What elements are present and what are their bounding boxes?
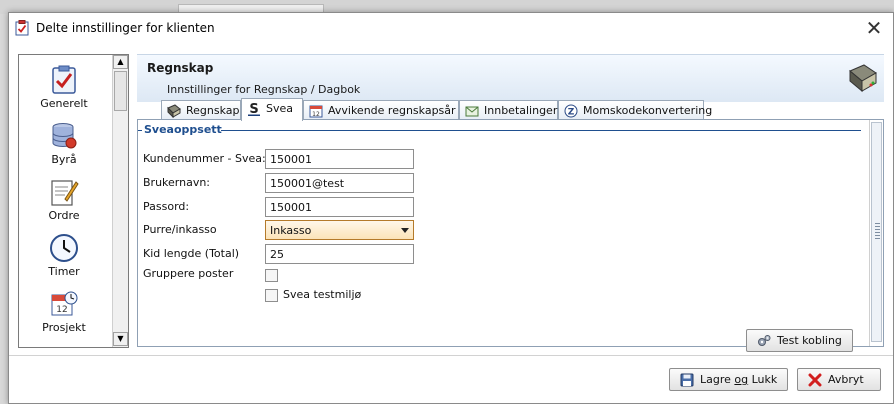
svg-text:12: 12: [312, 111, 320, 118]
brukernavn-label: Brukernavn:: [143, 176, 211, 189]
select-value: Inkasso: [270, 224, 312, 237]
passord-input[interactable]: 150001: [265, 197, 414, 217]
sidebar-item-ordre[interactable]: Ordre: [23, 177, 105, 222]
panel-scrollbar[interactable]: [869, 120, 883, 346]
group-title: Sveaoppsett: [144, 123, 222, 136]
save-label-post: Lukk: [748, 373, 778, 386]
tab-regnskap[interactable]: Regnskap: [161, 100, 241, 120]
svg-text:S: S: [249, 102, 258, 116]
section-subtitle: Innstillinger for Regnskap / Dagbok: [167, 83, 361, 96]
sidebar-item-byra[interactable]: Byrå: [23, 121, 105, 166]
sidebar: Generelt Byrå Ordre Timer 12 Prosjekt ▲ …: [18, 54, 129, 348]
section-title: Regnskap: [147, 61, 214, 75]
tab-momskodekonvertering[interactable]: Z Momskodekonvertering: [558, 100, 712, 120]
gears-icon: [758, 335, 771, 346]
save-label-pre: Lagre: [700, 373, 735, 386]
brukernavn-input[interactable]: 150001@test: [265, 173, 414, 193]
save-and-close-button[interactable]: Lagre og Lukk: [669, 368, 788, 391]
window-title: Delte innstillinger for klienten: [36, 21, 215, 35]
scroll-grip: [875, 223, 880, 241]
scroll-down-button[interactable]: ▼: [113, 332, 128, 346]
tab-label: Regnskap: [186, 104, 240, 117]
checklist-icon: [52, 65, 76, 94]
sidebar-item-label: Byrå: [51, 153, 77, 166]
section-header: Regnskap Innstillinger for Regnskap / Da…: [137, 54, 884, 102]
gruppere-poster-checkbox[interactable]: [265, 269, 278, 282]
tab-label: Innbetalinger: [484, 104, 558, 117]
order-pen-icon: [51, 180, 79, 206]
svea-s-icon: S: [248, 102, 260, 116]
test-kobling-button[interactable]: Test kobling: [746, 329, 853, 352]
sidebar-item-prosjekt[interactable]: 12 Prosjekt: [23, 289, 105, 334]
scroll-thumb[interactable]: [114, 71, 127, 111]
cancel-button[interactable]: Avbryt: [797, 368, 881, 391]
settings-dialog: Delte innstillinger for klienten ✕ Gener…: [8, 12, 894, 404]
scroll-up-button[interactable]: ▲: [113, 55, 128, 69]
tab-svea[interactable]: S Svea: [241, 98, 303, 121]
tab-label: Avvikende regnskapsår: [328, 104, 456, 117]
svea-testmiljo-label: Svea testmiljø: [283, 288, 362, 301]
kundenummer-label: Kundenummer - Svea:: [143, 152, 266, 165]
kid-lengde-input[interactable]: 25: [265, 244, 414, 264]
book-icon: [167, 104, 181, 118]
group-divider: [221, 130, 861, 131]
dropdown-arrow-icon[interactable]: [401, 228, 409, 233]
sidebar-item-timer[interactable]: Timer: [23, 233, 105, 278]
sidebar-item-generelt[interactable]: Generelt: [23, 65, 105, 110]
footer-divider: [9, 355, 893, 356]
scroll-thumb[interactable]: [871, 122, 882, 342]
floppy-disk-icon: [680, 373, 694, 387]
svea-settings-panel: Sveaoppsett Kundenummer - Svea: 150001 B…: [137, 119, 884, 352]
svg-text:Z: Z: [568, 108, 575, 118]
cancel-label: Avbryt: [828, 373, 864, 386]
calendar-clock-icon: 12: [51, 291, 78, 316]
sidebar-scrollbar[interactable]: ▲ ▼: [112, 55, 128, 347]
calendar-icon: 12: [309, 105, 323, 118]
gruppere-poster-label: Gruppere poster: [143, 267, 234, 280]
test-kobling-label: Test kobling: [777, 334, 842, 347]
purre-inkasso-select[interactable]: Inkasso: [265, 220, 414, 240]
save-label-underlined: og: [734, 373, 749, 386]
red-x-icon: [808, 373, 822, 387]
tab-innbetalinger[interactable]: Innbetalinger: [459, 100, 558, 120]
sidebar-item-label: Generelt: [40, 97, 88, 110]
envelope-icon: [465, 106, 479, 117]
svg-text:12: 12: [56, 305, 67, 315]
sidebar-item-label: Prosjekt: [42, 321, 86, 334]
kundenummer-input[interactable]: 150001: [265, 149, 414, 169]
sidebar-item-label: Timer: [48, 265, 80, 278]
title-bar: Delte innstillinger for klienten ✕: [9, 13, 893, 45]
tab-label: Svea: [266, 102, 294, 115]
ledger-book-icon: [849, 64, 877, 93]
group-divider: [138, 130, 142, 131]
svea-testmiljo-checkbox[interactable]: [265, 289, 278, 302]
z-circle-icon: Z: [564, 104, 578, 118]
database-icon: [52, 123, 77, 149]
close-button[interactable]: ✕: [863, 16, 885, 40]
tab-avvikende-regnskapsar[interactable]: 12 Avvikende regnskapsår: [303, 100, 459, 120]
passord-label: Passord:: [143, 200, 190, 213]
clock-icon: [50, 234, 78, 262]
clipboard-check-icon: [15, 20, 29, 36]
kid-lengde-label: Kid lengde (Total): [143, 247, 240, 260]
purre-inkasso-label: Purre/inkasso: [143, 223, 217, 236]
tab-label: Momskodekonvertering: [583, 104, 713, 117]
sidebar-item-label: Ordre: [48, 209, 80, 222]
